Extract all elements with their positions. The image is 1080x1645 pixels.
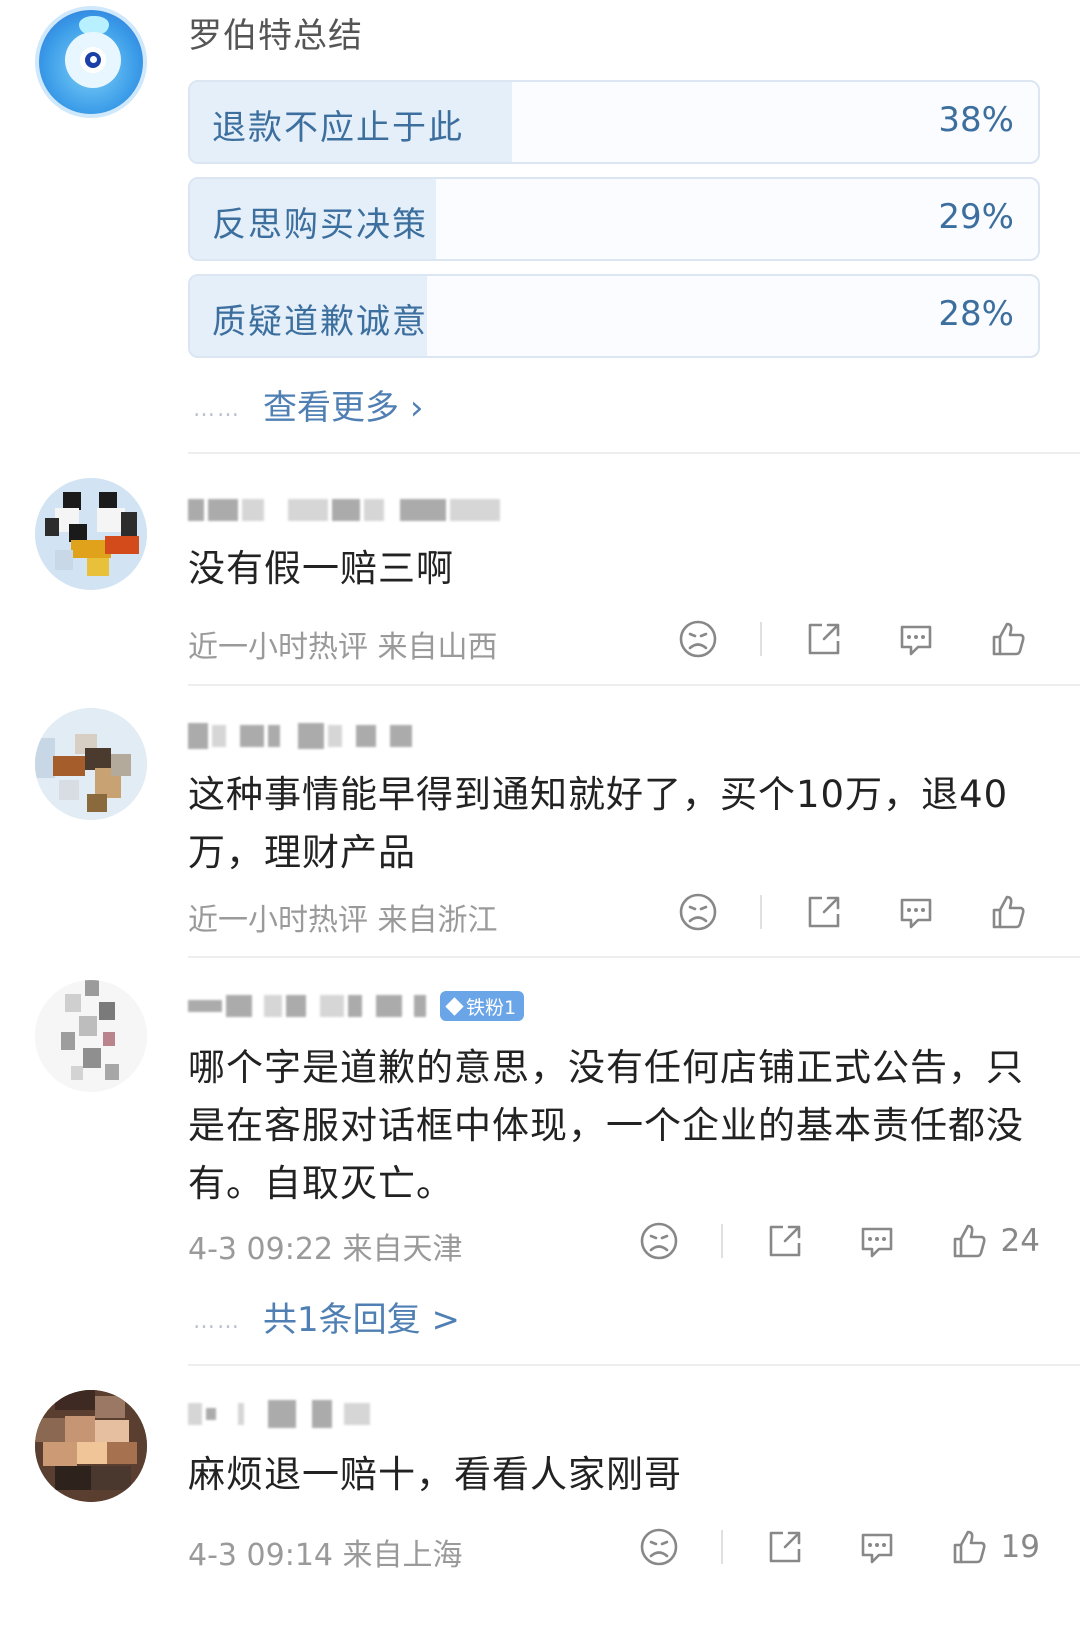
action-separator [720,1224,723,1258]
avatar[interactable] [35,980,147,1092]
like-button[interactable]: 24 [947,1219,1040,1263]
like-count: 24 [1000,1223,1040,1259]
comment-text: 哪个字是道歉的意思，没有任何店铺正式公告，只是在客服对话框中体现，一个企业的基本… [188,1046,1024,1205]
avatar[interactable] [35,708,147,820]
share-icon[interactable] [763,1525,807,1569]
avatar[interactable] [35,478,147,590]
comment-actions: 24 [589,1219,1040,1263]
comment-meta: 4-3 09:14 来自上海 [188,1538,463,1573]
poll-label: 反思购买决策 [212,205,428,245]
frown-icon[interactable] [637,1219,681,1263]
diamond-icon [445,996,464,1016]
comment-meta: 近一小时热评 来自浙江 [188,903,498,938]
action-separator [720,1530,723,1564]
action-separator [760,622,762,656]
robot-eye-icon [80,47,106,73]
comment-actions [628,617,1040,661]
poll-label: 退款不应止于此 [212,108,464,148]
comment-icon[interactable] [894,617,938,661]
comment-text: 这种事情能早得到通知就好了，买个10万，退40万，理财产品 [188,773,1009,874]
comment-meta: 近一小时热评 来自山西 [188,630,498,665]
pixelated-avatar-image [35,478,147,590]
username-blurred[interactable] [188,718,412,754]
frown-icon[interactable] [676,617,720,661]
poll-percent: 38% [938,100,1014,140]
like-button[interactable] [986,617,1040,661]
comment-actions [628,890,1040,934]
like-count: 19 [1000,1529,1040,1565]
view-replies-link[interactable]: …… 共1条回复 > [193,1292,460,1341]
replies-label: 共1条回复 > [263,1300,460,1340]
action-separator [760,895,762,929]
summary-title: 罗伯特总结 [188,16,363,56]
like-button[interactable] [986,890,1040,934]
comment-text: 没有假一赔三啊 [188,547,454,590]
chevron-right-icon: › [409,388,424,428]
poll-option[interactable]: 退款不应止于此 38% [188,80,1040,164]
comment-icon[interactable] [894,890,938,934]
username-blurred[interactable]: 铁粉1 [188,988,525,1024]
robot-avatar[interactable] [35,6,147,118]
frown-icon[interactable] [637,1525,681,1569]
username-blurred[interactable] [188,1396,370,1432]
poll-option[interactable]: 质疑道歉诚意 28% [188,274,1040,358]
badge-label: 铁粉1 [466,996,517,1019]
comment-text: 麻烦退一赔十，看看人家刚哥 [188,1453,682,1496]
comment-icon[interactable] [855,1219,899,1263]
comment-actions: 19 [589,1525,1040,1569]
pixelated-avatar-image [35,1390,147,1502]
like-button[interactable]: 19 [947,1525,1040,1569]
divider [188,452,1080,454]
thumbs-up-icon [986,617,1030,661]
pixelated-avatar-image [35,708,147,820]
poll-option[interactable]: 反思购买决策 29% [188,177,1040,261]
avatar[interactable] [35,1390,147,1502]
comment-meta: 4-3 09:22 来自天津 [188,1232,463,1267]
poll-percent: 29% [938,197,1014,237]
thumbs-up-icon [986,890,1030,934]
fan-badge[interactable]: 铁粉1 [440,991,525,1021]
comment-icon[interactable] [855,1525,899,1569]
poll-label: 质疑道歉诚意 [212,302,428,342]
share-icon[interactable] [802,617,846,661]
divider [188,1364,1080,1366]
view-more-label: 查看更多 [263,388,399,428]
divider [188,684,1080,686]
share-icon[interactable] [763,1219,807,1263]
dots: …… [193,397,241,422]
view-more-link[interactable]: …… 查看更多 › [193,380,423,429]
poll-percent: 28% [938,294,1014,334]
frown-icon[interactable] [676,890,720,934]
robot-face [65,32,121,88]
username-blurred[interactable] [188,492,500,528]
share-icon[interactable] [802,890,846,934]
pixelated-avatar-image [35,980,147,1092]
thumbs-up-icon [947,1219,991,1263]
thumbs-up-icon [947,1525,991,1569]
divider [188,956,1080,958]
dots: …… [193,1309,241,1334]
